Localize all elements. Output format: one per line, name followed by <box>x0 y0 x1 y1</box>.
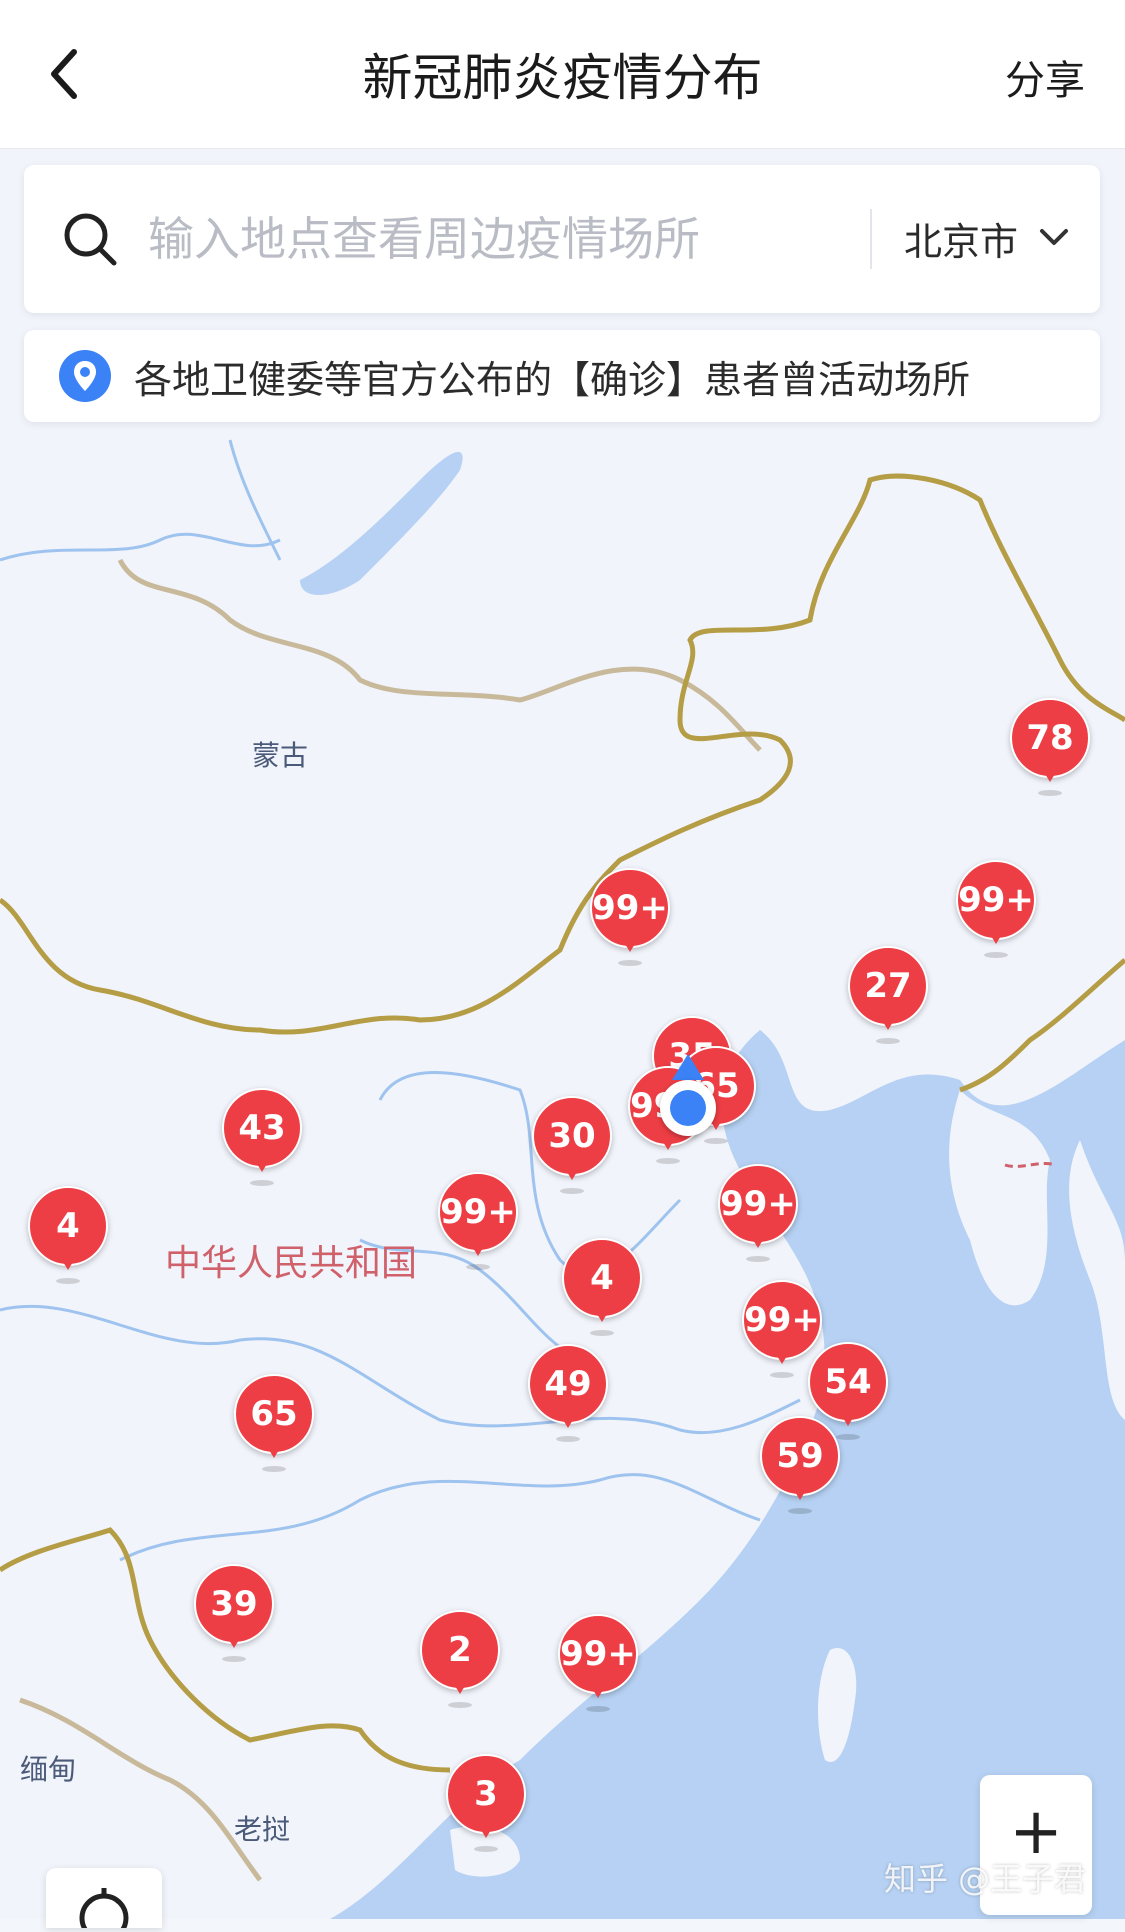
case-marker[interactable]: 59 <box>760 1416 840 1514</box>
info-text: 各地卫健委等官方公布的【确诊】患者曾活动场所 <box>134 357 971 402</box>
heading-arrow-icon <box>672 1054 704 1080</box>
marker-count: 99+ <box>958 880 1034 920</box>
case-marker[interactable]: 2 <box>420 1610 500 1708</box>
city-dropdown[interactable]: 北京市 <box>904 205 1070 271</box>
crosshair-icon <box>79 1888 129 1932</box>
case-marker[interactable]: 27 <box>848 946 928 1044</box>
chevron-down-icon <box>1040 229 1069 245</box>
marker-count: 99+ <box>440 1192 516 1232</box>
case-marker[interactable]: 99+ <box>438 1172 518 1270</box>
location-pin-icon <box>59 350 111 402</box>
case-marker[interactable]: 43 <box>222 1088 302 1186</box>
case-marker[interactable]: 65 <box>234 1374 314 1472</box>
search-icon[interactable] <box>60 209 120 269</box>
map-label-china: 中华人民共和国 <box>165 1243 418 1284</box>
share-button[interactable]: 分享 <box>1005 48 1085 106</box>
river <box>228 439 282 561</box>
marker-count: 2 <box>448 1630 472 1670</box>
city-label: 北京市 <box>904 219 1019 264</box>
marker-count: 4 <box>590 1258 614 1298</box>
map-label-laos: 老挝 <box>234 1813 291 1846</box>
case-marker[interactable]: 4 <box>562 1238 642 1336</box>
case-marker[interactable]: 3 <box>446 1754 526 1852</box>
case-marker[interactable]: 49 <box>528 1344 608 1442</box>
river <box>0 532 281 562</box>
watermark: 知乎 @王子君 <box>884 1860 1087 1898</box>
lake <box>300 451 463 595</box>
case-marker[interactable]: 78 <box>1010 698 1090 796</box>
marker-count: 39 <box>210 1584 258 1624</box>
marker-count: 49 <box>544 1364 592 1404</box>
case-marker[interactable]: 99+ <box>558 1614 638 1712</box>
search-bar: 北京市 <box>24 165 1100 313</box>
marker-count: 99+ <box>592 888 668 928</box>
marker-count: 3 <box>474 1774 498 1814</box>
marker-count: 27 <box>864 966 912 1006</box>
case-marker[interactable]: 99+ <box>590 868 670 966</box>
map-label-mongolia: 蒙古 <box>252 739 309 772</box>
marker-count: 65 <box>250 1394 298 1434</box>
marker-count: 4 <box>56 1206 80 1246</box>
case-marker[interactable]: 39 <box>194 1564 274 1662</box>
river <box>119 1473 761 1562</box>
border-line <box>117 558 762 752</box>
marker-count: 99+ <box>720 1184 796 1224</box>
case-marker[interactable]: 99+ <box>956 860 1036 958</box>
case-marker[interactable]: 99+ <box>718 1164 798 1262</box>
marker-count: 78 <box>1026 718 1074 758</box>
marker-count: 30 <box>548 1116 596 1156</box>
info-banner[interactable]: 各地卫健委等官方公布的【确诊】患者曾活动场所 <box>24 330 1100 422</box>
marker-count: 99+ <box>560 1634 636 1674</box>
marker-count: 59 <box>776 1436 824 1476</box>
divider <box>870 209 872 269</box>
map-label-myanmar: 缅甸 <box>20 1753 77 1786</box>
page-title: 新冠肺炎疫情分布 <box>362 49 763 107</box>
marker-count: 54 <box>824 1362 872 1402</box>
river <box>0 1304 801 1435</box>
case-marker[interactable]: 4 <box>28 1186 108 1284</box>
search-input[interactable] <box>146 205 870 273</box>
top-bar: 新冠肺炎疫情分布 分享 <box>0 0 1125 149</box>
current-location-dot <box>660 1080 716 1136</box>
case-marker[interactable]: 30 <box>532 1096 612 1194</box>
locate-me-button[interactable] <box>46 1868 162 1932</box>
marker-count: 43 <box>238 1108 286 1148</box>
